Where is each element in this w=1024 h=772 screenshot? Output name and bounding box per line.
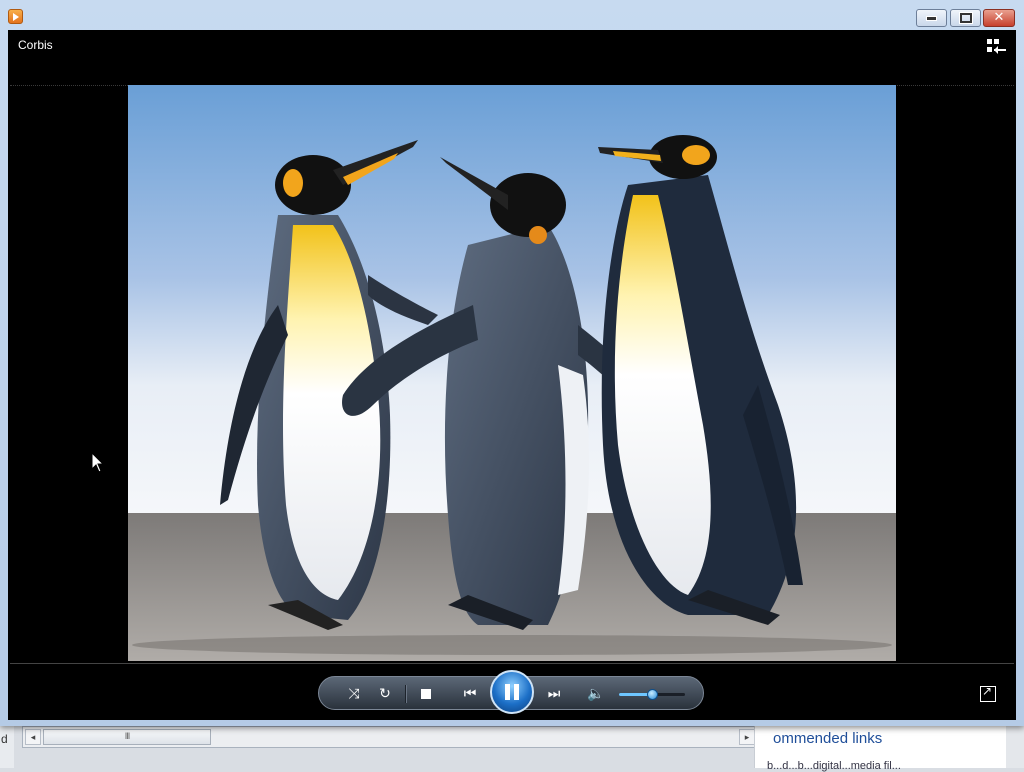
shuffle-icon: ⤨ xyxy=(348,686,360,702)
album-art-image xyxy=(128,85,896,661)
seek-bar[interactable] xyxy=(10,663,1014,664)
recommended-links-heading[interactable]: ommended links xyxy=(773,730,882,747)
horizontal-scrollbar[interactable]: ◂ III ▸ xyxy=(22,726,782,748)
now-playing-area: Corbis ⤨ ↻ ⏮ ⏭ 🔈 ↗ xyxy=(8,30,1016,720)
repeat-button[interactable]: ↻ xyxy=(374,683,396,705)
background-right-edge xyxy=(1006,726,1024,768)
stop-icon xyxy=(421,689,431,699)
recommended-links-subtext[interactable]: b...d...b...digital...media fil... xyxy=(767,760,901,772)
next-button[interactable]: ⏭ xyxy=(539,683,569,705)
volume-slider[interactable] xyxy=(619,689,685,700)
media-player-window: ✕ Corbis ⤨ ↻ ⏮ ⏭ 🔈 ↗ xyxy=(0,0,1024,726)
previous-button[interactable]: ⏮ xyxy=(455,683,485,705)
pause-icon-bar xyxy=(514,684,519,700)
scroll-left-button[interactable]: ◂ xyxy=(25,729,41,745)
scroll-right-button[interactable]: ▸ xyxy=(739,729,755,745)
close-icon: ✕ xyxy=(993,10,1005,25)
media-player-icon[interactable] xyxy=(8,9,23,24)
control-separator xyxy=(405,685,407,703)
now-playing-title: Corbis xyxy=(18,38,53,52)
close-button[interactable]: ✕ xyxy=(983,9,1015,27)
minimize-button[interactable] xyxy=(916,9,947,27)
fullscreen-icon[interactable] xyxy=(980,684,996,702)
penguins-photo xyxy=(128,85,896,661)
volume-knob[interactable] xyxy=(647,689,658,700)
previous-icon: ⏮ xyxy=(463,686,477,702)
repeat-icon: ↻ xyxy=(379,686,391,702)
mute-button[interactable]: 🔈 xyxy=(585,683,607,705)
background-left-pane: d xyxy=(0,726,14,768)
next-icon: ⏭ xyxy=(547,686,561,702)
switch-to-library-icon[interactable] xyxy=(986,38,1008,54)
shuffle-button[interactable]: ⤨ xyxy=(343,683,365,705)
play-pause-button[interactable] xyxy=(490,670,534,714)
maximize-button[interactable] xyxy=(950,9,981,27)
stop-button[interactable] xyxy=(415,683,437,705)
maximize-icon xyxy=(958,12,973,24)
speaker-icon: 🔈 xyxy=(587,686,605,702)
minimize-icon xyxy=(926,15,937,21)
scroll-thumb[interactable]: III xyxy=(43,729,211,745)
playback-controls: ⤨ ↻ ⏮ ⏭ 🔈 xyxy=(318,670,704,714)
recommended-links-panel: ommended links b...d...b...digital...med… xyxy=(754,726,1007,772)
pause-icon xyxy=(505,684,510,700)
mouse-cursor-icon xyxy=(91,452,105,473)
background-left-text: d xyxy=(1,732,8,746)
title-bar[interactable]: ✕ xyxy=(0,0,1024,30)
